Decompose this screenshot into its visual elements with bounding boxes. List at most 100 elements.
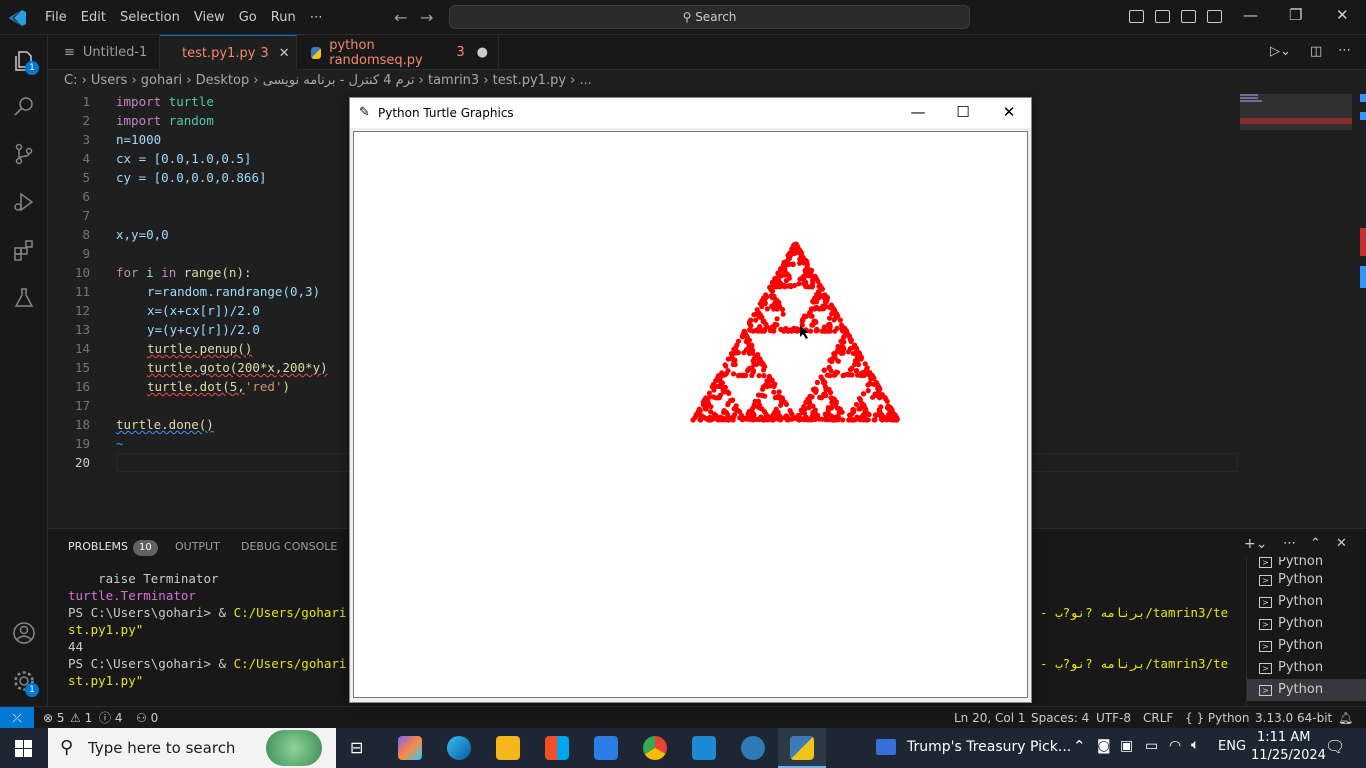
terminal-item[interactable]: > Python: [1247, 591, 1366, 613]
menu-more[interactable]: ⋯: [303, 10, 330, 25]
minimap[interactable]: [1238, 92, 1366, 528]
news-headline[interactable]: Trump's Treasury Pick...: [907, 739, 1071, 755]
news-widget-icon[interactable]: [876, 739, 896, 755]
menu-run[interactable]: Run: [264, 10, 303, 25]
customize-layout-icon[interactable]: [1207, 10, 1222, 23]
terminal-item-active[interactable]: > Python: [1247, 679, 1366, 701]
testing-icon[interactable]: [12, 286, 36, 310]
toggle-secondary-sidebar-icon[interactable]: [1181, 10, 1196, 23]
source-control-icon[interactable]: [12, 142, 36, 166]
menu-view[interactable]: View: [187, 10, 232, 25]
taskbar-search-box[interactable]: ⚲ Type here to search: [48, 728, 336, 768]
python-taskbar-button[interactable]: [778, 728, 826, 768]
status-errors[interactable]: ⊗ 5: [43, 707, 65, 729]
tab-untitled-1[interactable]: ≡ Untitled-1: [48, 35, 160, 70]
edge-browser-icon[interactable]: [447, 736, 471, 760]
vpn-app-icon[interactable]: [741, 736, 765, 760]
account-icon[interactable]: [12, 621, 36, 645]
close-tab-icon[interactable]: ✕: [279, 46, 290, 61]
status-language[interactable]: { } Python: [1185, 707, 1250, 729]
menu-edit[interactable]: Edit: [74, 10, 113, 25]
status-infos[interactable]: ⓘ 4: [99, 707, 122, 729]
run-python-file-icon[interactable]: ▷⌄: [1270, 44, 1291, 59]
overview-ruler-error: [1360, 228, 1366, 256]
terminal-item[interactable]: > Python: [1247, 569, 1366, 591]
terminal-item[interactable]: > Python: [1247, 657, 1366, 679]
back-arrow-icon[interactable]: ←: [394, 8, 407, 27]
extensions-icon[interactable]: [12, 238, 36, 262]
restore-icon[interactable]: ❐: [1289, 6, 1302, 24]
unsaved-dot-icon[interactable]: ●: [477, 45, 488, 60]
status-warnings[interactable]: ⚠ 1: [70, 707, 92, 729]
tab-problems[interactable]: PROBLEMS 10: [68, 540, 158, 556]
command-center-search[interactable]: ⚲ Search: [449, 5, 970, 29]
terminal-item[interactable]: > Python: [1247, 635, 1366, 657]
windows-start-icon[interactable]: [15, 740, 32, 757]
notifications-bell-icon[interactable]: 🔔︎: [1338, 707, 1353, 729]
toggle-panel-icon[interactable]: [1155, 10, 1170, 23]
overview-ruler-mark: [1360, 266, 1366, 288]
tab-output[interactable]: OUTPUT: [175, 540, 220, 553]
task-view-icon[interactable]: ⊟: [350, 738, 363, 757]
panel-more-icon[interactable]: ⋯: [1283, 536, 1296, 551]
minimize-icon[interactable]: —: [1243, 6, 1258, 24]
system-tray-app-icon[interactable]: ▣: [1120, 738, 1133, 754]
mail-icon[interactable]: [594, 736, 618, 760]
search-icon[interactable]: [12, 94, 36, 118]
vscode-taskbar-icon[interactable]: [692, 736, 716, 760]
file-explorer-icon[interactable]: [496, 736, 520, 760]
minimap-slider[interactable]: [1240, 94, 1352, 130]
menu-selection[interactable]: Selection: [113, 10, 187, 25]
volume-icon[interactable]: 🔈︎: [1191, 737, 1199, 753]
status-indentation[interactable]: Spaces: 4: [1031, 707, 1089, 729]
breadcrumb[interactable]: C: › Users › gohari › Desktop › ترم 4 کن…: [48, 70, 1366, 92]
microsoft-store-icon[interactable]: [545, 736, 569, 760]
line-number: 19: [74, 436, 90, 451]
camera-icon[interactable]: ◙: [1097, 738, 1111, 754]
menu-file[interactable]: File: [38, 10, 74, 25]
turtle-dot: [772, 321, 778, 327]
status-eol[interactable]: CRLF: [1143, 707, 1173, 729]
more-actions-icon[interactable]: ⋯: [1338, 43, 1351, 58]
maximize-panel-icon[interactable]: ⌃: [1310, 536, 1321, 551]
run-debug-icon[interactable]: [12, 190, 36, 214]
remote-indicator-icon[interactable]: ⤫: [0, 707, 34, 729]
copilot-icon[interactable]: [398, 736, 422, 760]
turtle-minimize-icon[interactable]: —: [895, 98, 941, 128]
close-panel-icon[interactable]: ✕: [1336, 536, 1347, 551]
status-encoding[interactable]: UTF-8: [1096, 707, 1131, 729]
terminal-line: PS C:\Users\gohari> & C:/Users/gohari: [68, 656, 347, 671]
line-number: 6: [82, 189, 90, 204]
status-interpreter[interactable]: 3.13.0 64-bit: [1255, 707, 1332, 729]
tab-label: python randomseq.py: [329, 37, 423, 68]
notification-center-icon[interactable]: 🗨︎: [1325, 737, 1345, 756]
tab-test-py1[interactable]: test.py1.py 3 ✕: [160, 35, 297, 70]
terminal-item[interactable]: > Python: [1247, 557, 1366, 569]
status-cursor-position[interactable]: Ln 20, Col 1: [954, 707, 1026, 729]
show-hidden-icons-icon[interactable]: ⌃: [1073, 737, 1086, 755]
close-icon[interactable]: ✕: [1336, 6, 1349, 24]
new-terminal-icon[interactable]: +⌄: [1244, 536, 1267, 552]
toggle-sidebar-icon[interactable]: [1129, 10, 1144, 23]
tab-python-randomseq[interactable]: python randomseq.py 3 ●: [297, 35, 499, 70]
turtle-window-title: Python Turtle Graphics: [378, 106, 514, 120]
turtle-close-icon[interactable]: ✕: [986, 98, 1032, 128]
tab-debug-console[interactable]: DEBUG CONSOLE: [241, 540, 337, 553]
clock-time[interactable]: 1:11 AM: [1257, 730, 1310, 745]
turtle-dot: [851, 344, 857, 350]
turtle-window-titlebar[interactable]: ✎ Python Turtle Graphics — ☐ ✕: [350, 98, 1031, 128]
clock-date[interactable]: 11/25/2024: [1251, 748, 1326, 763]
terminal-item[interactable]: > Python: [1247, 613, 1366, 635]
turtle-maximize-icon[interactable]: ☐: [940, 98, 986, 128]
menu-go[interactable]: Go: [232, 10, 264, 25]
status-ports[interactable]: ⚇ 0: [136, 707, 158, 729]
chrome-browser-icon[interactable]: [643, 736, 667, 760]
turtle-canvas[interactable]: [353, 131, 1028, 698]
split-editor-icon[interactable]: ◫: [1310, 44, 1322, 59]
forward-arrow-icon[interactable]: →: [420, 8, 433, 27]
turtle-dot: [733, 347, 739, 353]
input-language[interactable]: ENG: [1218, 739, 1246, 754]
wifi-icon[interactable]: ◠: [1169, 738, 1181, 754]
battery-icon[interactable]: ▭: [1145, 738, 1158, 754]
turtle-dot: [735, 373, 741, 379]
